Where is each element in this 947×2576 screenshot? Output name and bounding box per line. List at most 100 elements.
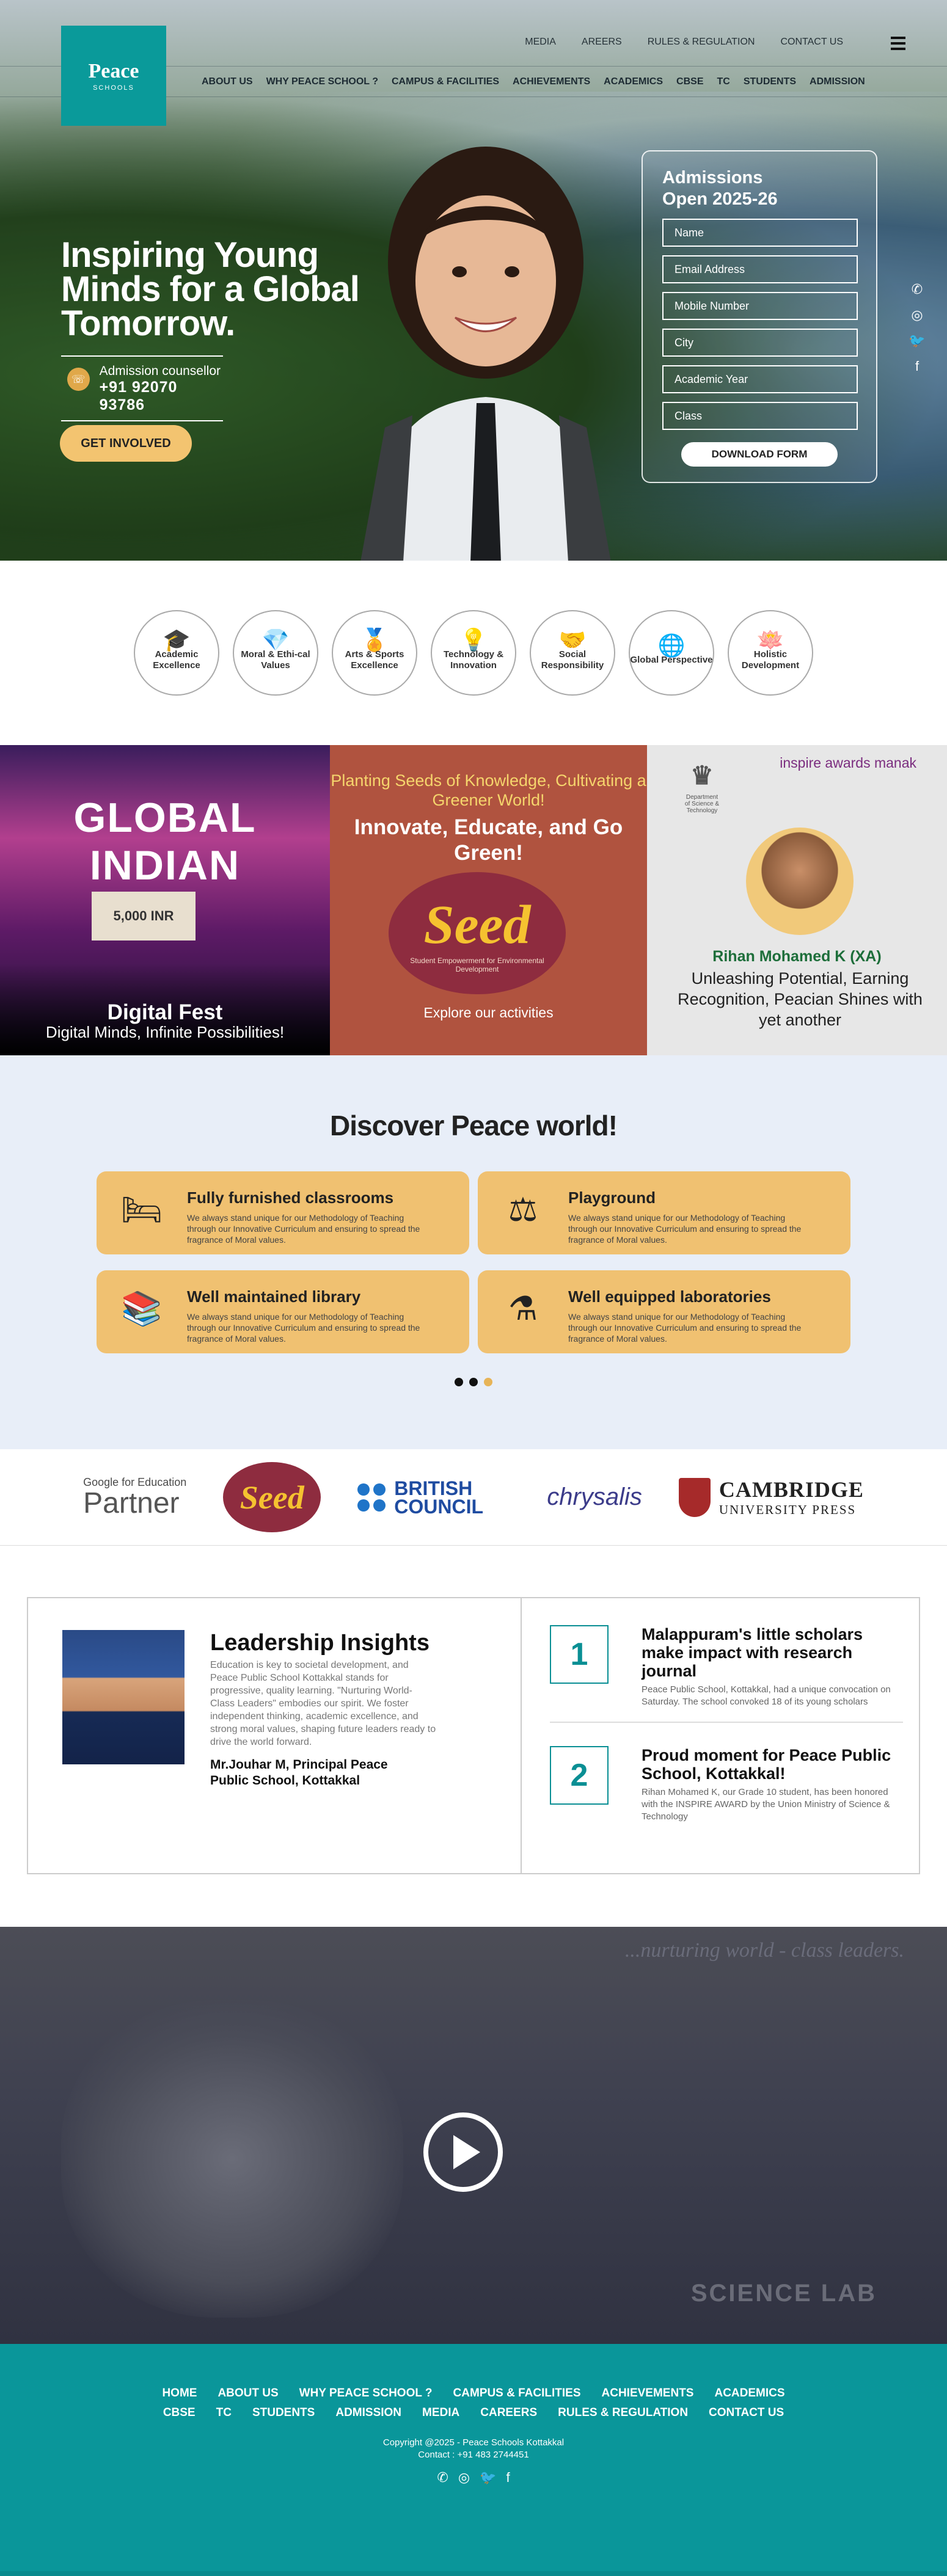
footer-link[interactable]: RULES & REGULATION — [558, 2406, 688, 2420]
menu-icon[interactable] — [891, 37, 905, 50]
news-number: 2 — [550, 1746, 609, 1805]
diamond-icon: 💎 — [261, 627, 290, 652]
download-form-button[interactable]: DOWNLOAD FORM — [681, 442, 838, 467]
nav-campus[interactable]: CAMPUS & FACILITIES — [392, 76, 499, 87]
explore-activities-link[interactable]: Explore our activities — [330, 1005, 647, 1021]
footer-link[interactable]: CONTACT US — [709, 2406, 784, 2420]
whatsapp-icon[interactable]: ✆ — [437, 2470, 448, 2486]
instagram-icon[interactable]: ◎ — [458, 2470, 470, 2486]
value-holistic[interactable]: 🪷 Holistic Development — [728, 610, 813, 696]
news-item[interactable]: 2 Proud moment for Peace Public School, … — [550, 1746, 903, 1823]
footer-link[interactable]: MEDIA — [422, 2406, 459, 2420]
nav-students[interactable]: STUDENTS — [744, 76, 796, 87]
digital-fest-card[interactable]: GLOBAL INDIAN 5,000 INR Digital Fest Dig… — [0, 745, 330, 1055]
nav-media[interactable]: MEDIA — [525, 37, 556, 48]
cheque-board: 5,000 INR — [92, 892, 196, 941]
principal-name: Mr.Jouhar M, Principal Peace Public Scho… — [210, 1758, 388, 1788]
footer-link[interactable]: CAMPUS & FACILITIES — [453, 2387, 581, 2400]
academic-year-field[interactable]: Academic Year — [662, 365, 858, 393]
inspire-award-card[interactable]: ♛ Department of Science & Technology insp… — [647, 745, 947, 1055]
value-technology[interactable]: 💡 Technology & Innovation — [431, 610, 516, 696]
carousel-dot[interactable] — [469, 1378, 478, 1386]
footer-nav-row1: HOME ABOUT US WHY PEACE SCHOOL ? CAMPUS … — [0, 2387, 947, 2400]
counsellor-label: Admission counsellor — [99, 364, 221, 378]
leadership-section: Leadership Insights Education is key to … — [0, 1546, 947, 1927]
nav-admission[interactable]: ADMISSION — [810, 76, 865, 87]
value-global[interactable]: 🌐 Global Perspective — [629, 610, 714, 696]
facilities-grid: 🛏 Fully furnished classrooms We always st… — [97, 1171, 850, 1353]
student-photo — [746, 828, 854, 935]
nav-achievements[interactable]: ACHIEVEMENTS — [513, 76, 590, 87]
email-field[interactable]: Email Address — [662, 255, 858, 283]
class-field[interactable]: Class — [662, 402, 858, 430]
carousel-dot[interactable] — [455, 1378, 463, 1386]
flask-icon: ⚗ — [508, 1290, 538, 1327]
twitter-icon[interactable]: 🐦 — [909, 333, 925, 348]
name-field[interactable]: Name — [662, 219, 858, 247]
footer-link[interactable]: CAREERS — [480, 2406, 537, 2420]
whatsapp-icon[interactable]: ✆ — [909, 282, 925, 297]
news-item[interactable]: 1 Malappuram's little scholars make impa… — [550, 1625, 903, 1708]
nav-rules[interactable]: RULES & REGULATION — [648, 37, 755, 48]
footer-link[interactable]: STUDENTS — [252, 2406, 315, 2420]
admission-counsellor[interactable]: ☏ Admission counsellor +91 92070 93786 — [61, 355, 223, 421]
seed-headline: Innovate, Educate, and Go Green! — [354, 815, 623, 865]
facility-card[interactable]: 🛏 Fully furnished classrooms We always st… — [97, 1171, 469, 1254]
cambridge-logo: CAMBRIDGE UNIVERSITY PRESS — [678, 1477, 864, 1518]
facebook-icon[interactable]: f — [909, 358, 925, 374]
hero-headline: Inspiring Young Minds for a Global Tomor… — [61, 235, 360, 343]
principal-photo — [62, 1630, 185, 1764]
school-logo[interactable]: Peace SCHOOLS — [61, 26, 166, 126]
twitter-icon[interactable]: 🐦 — [480, 2470, 496, 2486]
instagram-icon[interactable]: ◎ — [909, 307, 925, 322]
secondary-nav: MEDIA AREERS RULES & REGULATION CONTACT … — [525, 37, 843, 48]
facility-card[interactable]: 📚 Well maintained library We always stand… — [97, 1270, 469, 1353]
footer-link[interactable]: ADMISSION — [335, 2406, 401, 2420]
value-academic[interactable]: 🎓 Academic Excellence — [134, 610, 219, 696]
nav-why-peace[interactable]: WHY PEACE SCHOOL ? — [266, 76, 378, 87]
footer-link[interactable]: CBSE — [163, 2406, 196, 2420]
footer-link[interactable]: ACHIEVEMENTS — [602, 2387, 694, 2400]
video-still — [61, 2000, 403, 2318]
city-field[interactable]: City — [662, 329, 858, 357]
nav-contact[interactable]: CONTACT US — [780, 37, 843, 48]
facebook-icon[interactable]: f — [506, 2470, 510, 2486]
facility-card[interactable]: ⚗ Well equipped laboratories We always st… — [478, 1270, 850, 1353]
footer-link[interactable]: WHY PEACE SCHOOL ? — [299, 2387, 433, 2400]
play-button[interactable] — [423, 2112, 503, 2192]
facility-card[interactable]: ⚖ Playground We always stand unique for o… — [478, 1171, 850, 1254]
value-arts-sports[interactable]: 🏅 Arts & Sports Excellence — [332, 610, 417, 696]
nav-about[interactable]: ABOUT US — [202, 76, 253, 87]
principal-message: Leadership Insights Education is key to … — [28, 1598, 522, 1873]
seed-logo: Seed Student Empowerment for Environment… — [389, 872, 566, 994]
counsellor-phone[interactable]: +91 92070 93786 — [100, 379, 223, 414]
leadership-box: Leadership Insights Education is key to … — [27, 1597, 920, 1874]
footer-link[interactable]: TC — [216, 2406, 232, 2420]
lab-sign: SCIENCE LAB — [690, 2280, 877, 2307]
nav-cbse[interactable]: CBSE — [676, 76, 703, 87]
crest-icon — [678, 1477, 711, 1517]
carousel-dots — [0, 1378, 947, 1386]
seed-card[interactable]: Planting Seeds of Knowledge, Cultivating… — [330, 745, 647, 1055]
play-icon — [453, 2135, 480, 2169]
value-social[interactable]: 🤝 Social Responsibility — [530, 610, 615, 696]
partners-section: Google for Education Partner Seed BRITIS… — [0, 1449, 947, 1546]
nav-academics[interactable]: ACADEMICS — [604, 76, 663, 87]
footer-link[interactable]: ABOUT US — [218, 2387, 278, 2400]
discover-section: Discover Peace world! 🛏 Fully furnished … — [0, 1055, 947, 1449]
video-section: ...nurturing world - class leaders. SCIE… — [0, 1927, 947, 2344]
value-moral[interactable]: 💎 Moral & Ethi-cal Values — [233, 610, 318, 696]
footer-link[interactable]: HOME — [162, 2387, 197, 2400]
get-involved-button[interactable]: GET INVOLVED — [60, 425, 192, 462]
nav-careers[interactable]: AREERS — [582, 37, 622, 48]
google-partner-logo: Google for Education Partner — [83, 1476, 187, 1519]
fest-title: Digital Fest — [107, 1000, 223, 1024]
nav-tc[interactable]: TC — [717, 76, 729, 87]
bed-icon: 🛏 — [120, 1192, 163, 1228]
social-sidebar: ✆ ◎ 🐦 f — [909, 282, 925, 374]
primary-nav: ABOUT US WHY PEACE SCHOOL ? CAMPUS & FAC… — [202, 76, 865, 87]
mobile-field[interactable]: Mobile Number — [662, 292, 858, 320]
carousel-dot-active[interactable] — [484, 1378, 492, 1386]
emblem-icon: ♛ Department of Science & Technology — [684, 761, 720, 814]
footer-link[interactable]: ACADEMICS — [714, 2387, 784, 2400]
